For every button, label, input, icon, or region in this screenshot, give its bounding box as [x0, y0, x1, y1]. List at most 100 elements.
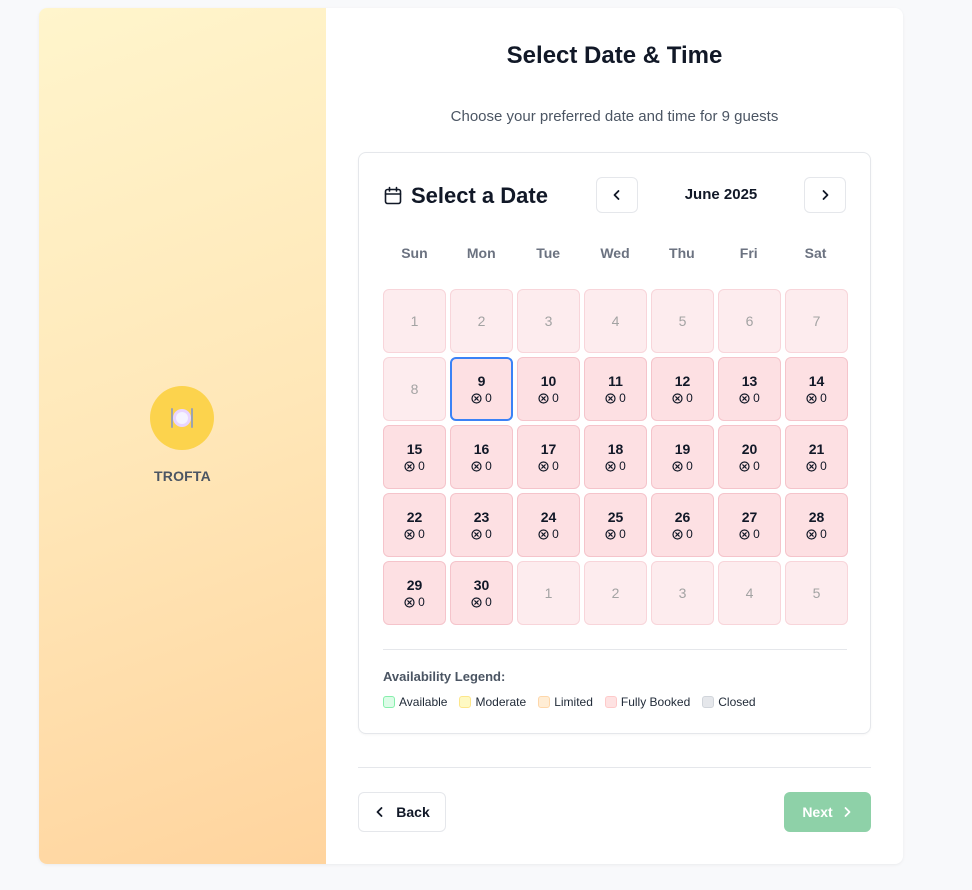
availability-count-value: 0: [418, 459, 425, 473]
calendar-day[interactable]: 30 0: [450, 561, 513, 625]
calendar-day[interactable]: 25 0: [584, 493, 647, 557]
calendar-day[interactable]: 5: [651, 289, 714, 353]
circle-x-icon: [605, 460, 616, 472]
availability-count: 0: [404, 459, 425, 473]
calendar-day[interactable]: 29 0: [383, 561, 446, 625]
previous-month-button[interactable]: [596, 177, 638, 213]
availability-count-value: 0: [552, 527, 559, 541]
calendar-day[interactable]: 24 0: [517, 493, 580, 557]
legend-label: Closed: [718, 695, 756, 709]
next-button[interactable]: Next: [784, 792, 871, 832]
calendar-icon: [384, 186, 402, 205]
availability-count: 0: [806, 391, 827, 405]
availability-count-value: 0: [619, 527, 626, 541]
calendar-day[interactable]: 4: [718, 561, 781, 625]
calendar-day[interactable]: 13 0: [718, 357, 781, 421]
availability-count: 0: [471, 391, 492, 405]
legend-item: Available: [383, 695, 447, 709]
circle-x-icon: [404, 528, 415, 540]
calendar-day[interactable]: 10 0: [517, 357, 580, 421]
calendar-day[interactable]: 16 0: [450, 425, 513, 489]
circle-x-icon: [806, 460, 817, 472]
circle-x-icon: [404, 460, 415, 472]
calendar-day[interactable]: 3: [517, 289, 580, 353]
circle-x-icon: [538, 392, 549, 404]
legend-swatch: [538, 696, 551, 708]
calendar-day[interactable]: 3: [651, 561, 714, 625]
calendar-day[interactable]: 6: [718, 289, 781, 353]
day-number: 30: [473, 577, 490, 593]
calendar-day[interactable]: 1: [383, 289, 446, 353]
calendar-day[interactable]: 7: [785, 289, 848, 353]
day-number: 2: [477, 313, 486, 329]
calendar-day[interactable]: 4: [584, 289, 647, 353]
circle-x-icon: [471, 596, 482, 608]
availability-count: 0: [538, 459, 559, 473]
calendar-day[interactable]: 5: [785, 561, 848, 625]
day-number: 7: [812, 313, 821, 329]
day-number: 8: [410, 381, 419, 397]
weekday-header: Sun Mon Tue Wed Thu Fri Sat: [383, 245, 847, 261]
legend-title: Availability Legend:: [383, 669, 506, 684]
footer-divider: [358, 767, 871, 768]
legend-item: Moderate: [459, 695, 526, 709]
calendar-day[interactable]: 18 0: [584, 425, 647, 489]
day-number: 25: [607, 509, 624, 525]
next-month-button[interactable]: [804, 177, 846, 213]
circle-x-icon: [739, 460, 750, 472]
availability-count: 0: [806, 459, 827, 473]
calendar-day[interactable]: 14 0: [785, 357, 848, 421]
legend-swatch: [383, 696, 395, 708]
legend-swatch: [604, 696, 617, 708]
availability-count-value: 0: [820, 527, 827, 541]
day-number: 16: [473, 441, 490, 457]
circle-x-icon: [739, 392, 750, 404]
calendar-day[interactable]: 20 0: [718, 425, 781, 489]
day-number: 12: [674, 373, 691, 389]
availability-count-value: 0: [485, 391, 492, 405]
availability-count-value: 0: [753, 527, 760, 541]
calendar-day[interactable]: 26 0: [651, 493, 714, 557]
day-number: 9: [477, 373, 486, 389]
day-number: 3: [544, 313, 553, 329]
calendar-day[interactable]: 17 0: [517, 425, 580, 489]
calendar-day[interactable]: 15 0: [383, 425, 446, 489]
legend-divider: [383, 649, 847, 650]
day-number: 20: [741, 441, 758, 457]
calendar-day-selected[interactable]: 90: [450, 357, 513, 421]
chevron-left-icon: [613, 190, 620, 200]
month-label: June 2025: [684, 186, 758, 203]
calendar-day[interactable]: 8: [383, 357, 446, 421]
day-number: 18: [607, 441, 624, 457]
calendar-day[interactable]: 21 0: [785, 425, 848, 489]
calendar-day[interactable]: 12 0: [651, 357, 714, 421]
availability-count-value: 0: [820, 459, 827, 473]
chevron-right-icon: [844, 807, 851, 817]
availability-count-value: 0: [820, 391, 827, 405]
circle-x-icon: [806, 392, 817, 404]
day-number: 10: [540, 373, 557, 389]
availability-count: 0: [471, 527, 492, 541]
availability-count: 0: [404, 527, 425, 541]
availability-count-value: 0: [485, 527, 492, 541]
day-number: 22: [406, 509, 423, 525]
calendar-day[interactable]: 2: [450, 289, 513, 353]
day-number: 11: [608, 373, 623, 389]
availability-count: 0: [672, 459, 693, 473]
calendar-day[interactable]: 1: [517, 561, 580, 625]
availability-count-value: 0: [619, 391, 626, 405]
calendar-day[interactable]: 28 0: [785, 493, 848, 557]
chevron-left-icon: [376, 807, 383, 817]
availability-count: 0: [672, 391, 693, 405]
circle-x-icon: [806, 528, 817, 540]
calendar-day[interactable]: 19 0: [651, 425, 714, 489]
back-button[interactable]: Back: [358, 792, 446, 832]
day-number: 5: [678, 313, 687, 329]
calendar-day[interactable]: 11 0: [584, 357, 647, 421]
calendar-day[interactable]: 22 0: [383, 493, 446, 557]
day-number: 21: [808, 441, 825, 457]
calendar-day[interactable]: 2: [584, 561, 647, 625]
day-number: 29: [406, 577, 423, 593]
calendar-day[interactable]: 27 0: [718, 493, 781, 557]
calendar-day[interactable]: 23 0: [450, 493, 513, 557]
